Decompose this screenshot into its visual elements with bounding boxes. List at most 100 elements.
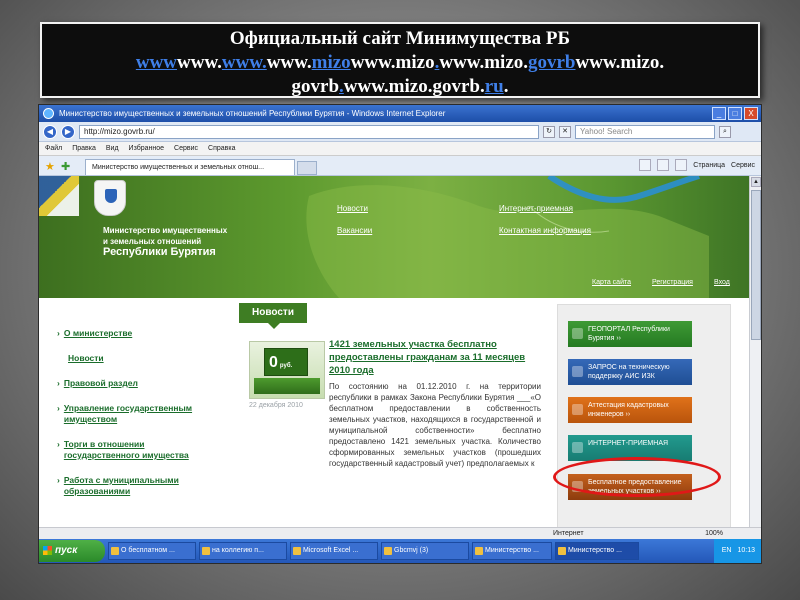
news-thumbnail[interactable]: 0 руб. (249, 341, 325, 399)
tab-bar: ★ ✚ Министерство имущественных и земельн… (39, 156, 761, 176)
browser-screenshot: Министерство имущественных и земельных о… (38, 104, 762, 564)
taskbar-item-active[interactable]: Министерство ... (555, 542, 639, 560)
stop-icon[interactable]: ✕ (559, 125, 571, 138)
services-panel: ГЕОПОРТАЛ Республики Бурятия ›› ЗАПРОС н… (557, 304, 731, 541)
news-date: 22 декабря 2010 (249, 402, 303, 409)
button-label: ГЕОПОРТАЛ Республики Бурятия ›› (588, 326, 670, 342)
zoom-level[interactable]: 100% (705, 528, 723, 539)
taskbar-item[interactable]: Министерство ... (472, 542, 552, 560)
republic-name: Республики Бурятия (103, 246, 216, 258)
taskbar-item[interactable]: на коллегию п... (199, 542, 287, 560)
security-zone: Интернет (553, 530, 584, 537)
arrow-icon: › (57, 403, 60, 413)
nav-link-reception[interactable]: Интернет-приемная (499, 204, 573, 213)
url-part[interactable]: mizo (312, 52, 351, 73)
menu-item-favorites[interactable]: Избранное (129, 142, 164, 155)
left-menu-label: Правовой раздел (63, 378, 138, 388)
arrow-icon: › (57, 378, 60, 388)
language-indicator[interactable]: EN (722, 539, 732, 563)
reception-icon (572, 442, 583, 453)
arrow-icon: › (57, 475, 60, 485)
support-request-button[interactable]: ЗАПРОС на техническую поддержку АИС ИЗК (568, 359, 692, 385)
taskbar: пуск О бесплатном ... на коллегию п... M… (39, 539, 761, 563)
left-menu-label: Новости (68, 353, 104, 363)
login-link[interactable]: Вход (714, 279, 730, 286)
nav-link-contacts[interactable]: Контактная информация (499, 226, 591, 235)
button-label: ИНТЕРНЕТ-ПРИЕМНАЯ (588, 440, 669, 447)
search-icon[interactable]: ⌕ (719, 125, 731, 138)
page-menu[interactable]: Страница (693, 159, 725, 173)
taskbar-item[interactable]: Microsoft Excel ... (290, 542, 378, 560)
minimize-button[interactable]: _ (712, 107, 726, 120)
nav-link-news[interactable]: Новости (337, 204, 368, 213)
highlight-ellipse (553, 457, 721, 497)
window-title: Министерство имущественных и земельных о… (59, 109, 446, 118)
left-menu-item[interactable]: › Торги в отношении государственного имущ… (57, 439, 217, 461)
left-menu-item[interactable]: › Работа с муниципальными образованиями (57, 475, 217, 497)
feeds-icon[interactable] (657, 159, 670, 171)
scroll-thumb[interactable] (751, 190, 761, 340)
menu-item-file[interactable]: Файл (45, 142, 62, 155)
tab-ministry[interactable]: Министерство имущественных и земельных о… (85, 159, 295, 175)
menu-item-help[interactable]: Справка (208, 142, 235, 155)
left-menu-item[interactable]: › Управление государственным имуществом (57, 403, 217, 425)
back-button[interactable]: ◀ (43, 124, 57, 139)
taskbar-item[interactable]: О бесплатном ... (108, 542, 196, 560)
window-titlebar: Министерство имущественных и земельных о… (39, 105, 761, 122)
maximize-button[interactable]: □ (728, 107, 742, 120)
left-menu-label: Управление государственным имуществом (63, 403, 193, 424)
refresh-icon[interactable]: ↻ (543, 125, 555, 138)
left-menu-item[interactable]: › Правовой раздел (57, 378, 217, 389)
system-tray: EN 10:13 (713, 539, 761, 563)
url-part[interactable]: ru (485, 76, 504, 97)
news-title-link[interactable]: 1421 земельных участка бесплатно предост… (329, 338, 539, 377)
scroll-up-icon[interactable]: ▲ (751, 177, 761, 187)
attestation-button[interactable]: Аттестация кадастровых инженеров ›› (568, 397, 692, 423)
arrow-icon: › (57, 439, 60, 449)
close-button[interactable]: X (744, 107, 758, 120)
news-heading: Новости (239, 303, 307, 329)
url-part[interactable]: www. (222, 52, 267, 73)
new-tab-button[interactable] (297, 161, 317, 175)
left-menu-item[interactable]: › О министерстве (57, 328, 217, 339)
attestation-icon (572, 404, 583, 415)
print-icon[interactable] (675, 159, 688, 171)
favorites-star-icon[interactable]: ★ (45, 160, 55, 173)
forward-button[interactable]: ▶ (61, 124, 75, 139)
nav-link-vacancies[interactable]: Вакансии (337, 226, 372, 235)
url-part: www. (177, 52, 222, 73)
arrow-icon: › (57, 328, 60, 338)
left-menu-item[interactable]: Новости (57, 353, 217, 364)
ministry-name-line1: Министерство имущественных (103, 226, 228, 235)
grass-graphic (254, 378, 320, 394)
status-bar: Интернет 100% (39, 527, 761, 539)
tools-menu[interactable]: Сервис (731, 159, 755, 173)
menu-item-view[interactable]: Вид (106, 142, 119, 155)
search-input[interactable]: Yahoo! Search (575, 124, 715, 139)
menu-item-edit[interactable]: Правка (72, 142, 96, 155)
url-part: . (503, 76, 509, 97)
button-label: Аттестация кадастровых инженеров ›› (588, 402, 669, 418)
start-button[interactable]: пуск (39, 540, 105, 562)
vertical-scrollbar[interactable]: ▲ ▼ (749, 176, 761, 541)
url-part: www.mizo. (575, 52, 665, 73)
menu-item-tools[interactable]: Сервис (174, 142, 198, 155)
slide-title-urls-2: govrb.www.mizo.govrb.ru. (42, 75, 758, 99)
ministry-name: Министерство имущественных и земельных о… (103, 225, 227, 247)
home-icon[interactable] (639, 159, 652, 171)
sitemap-link[interactable]: Карта сайта (592, 279, 631, 286)
geoportal-button[interactable]: ГЕОПОРТАЛ Республики Бурятия ›› (568, 321, 692, 347)
add-favorites-icon[interactable]: ✚ (61, 160, 70, 173)
url-part: www.mizo. (439, 52, 528, 73)
url-part[interactable]: govrb (528, 52, 576, 73)
url-part[interactable]: www (136, 52, 177, 73)
taskbar-item[interactable]: Gbcmvj (3) (381, 542, 469, 560)
url-input[interactable]: http://mizo.govrb.ru/ (79, 124, 539, 139)
ie-logo-icon (43, 108, 54, 119)
left-menu-label: Работа с муниципальными образованиями (63, 475, 179, 496)
price-value: 0 (269, 354, 278, 371)
register-link[interactable]: Регистрация (652, 279, 693, 286)
news-body: По состоянию на 01.12.2010 г. на террито… (329, 382, 541, 468)
menu-bar: Файл Правка Вид Избранное Сервис Справка (39, 142, 761, 156)
flag-graphic (39, 176, 79, 216)
